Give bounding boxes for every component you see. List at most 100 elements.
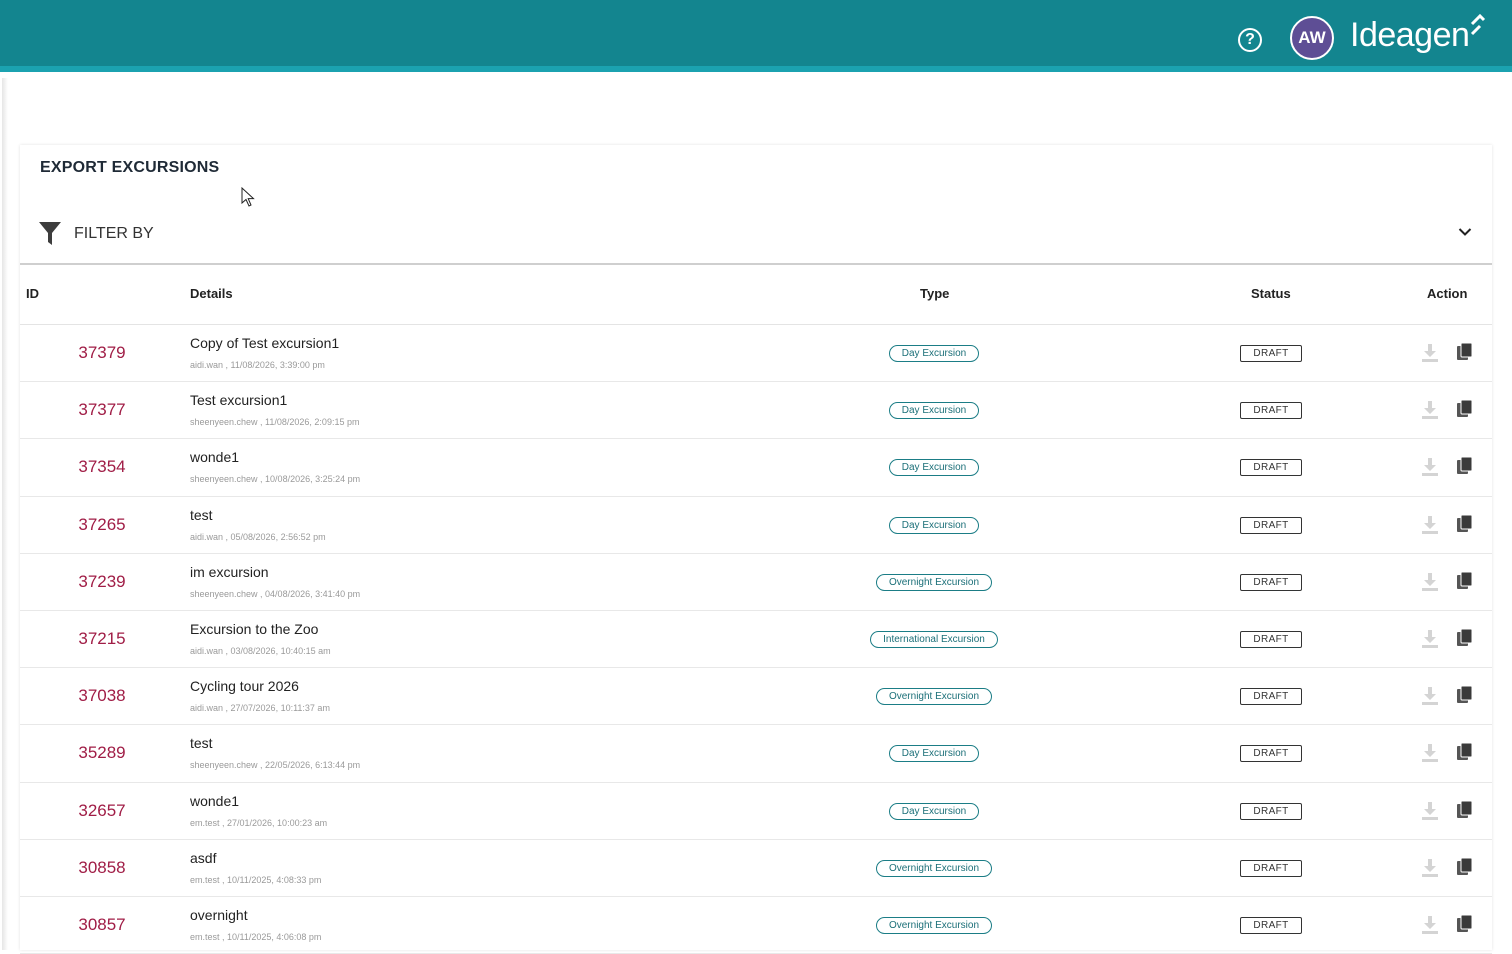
table-row[interactable]: 37354 wonde1 sheenyeen.chew , 10/08/2026… bbox=[20, 439, 1492, 497]
download-icon[interactable] bbox=[1421, 515, 1439, 535]
type-cell: Day Excursion bbox=[834, 516, 1034, 534]
status-badge: DRAFT bbox=[1240, 345, 1302, 362]
copy-icon[interactable] bbox=[1456, 800, 1474, 820]
excursion-title: wonde1 bbox=[190, 792, 240, 809]
status-badge: DRAFT bbox=[1240, 573, 1302, 591]
status-cell: DRAFT bbox=[1221, 459, 1321, 477]
type-cell: Overnight Excursion bbox=[834, 573, 1034, 591]
copy-icon[interactable] bbox=[1456, 399, 1474, 419]
download-icon[interactable] bbox=[1421, 343, 1439, 363]
status-cell: DRAFT bbox=[1221, 916, 1321, 934]
excursion-title: test bbox=[190, 735, 213, 752]
excursion-meta: em.test , 27/01/2026, 10:00:23 am bbox=[190, 817, 328, 828]
status-badge: DRAFT bbox=[1240, 630, 1302, 648]
status-badge: DRAFT bbox=[1240, 745, 1302, 763]
type-cell: Day Excursion bbox=[834, 745, 1034, 763]
type-badge: Day Excursion bbox=[888, 459, 980, 477]
user-avatar[interactable]: AW bbox=[1290, 16, 1334, 60]
type-badge: Day Excursion bbox=[888, 745, 980, 763]
type-cell: Day Excursion bbox=[834, 802, 1034, 820]
type-cell: Day Excursion bbox=[834, 459, 1034, 477]
table-row[interactable]: 35289 test sheenyeen.chew , 22/05/2026, … bbox=[20, 725, 1492, 783]
brand-mark-icon bbox=[1470, 14, 1486, 36]
top-header: ? AW Ideagen bbox=[0, 0, 1512, 72]
status-cell: DRAFT bbox=[1221, 402, 1321, 420]
status-badge: DRAFT bbox=[1240, 802, 1302, 820]
avatar-initials: AW bbox=[1298, 28, 1326, 47]
excursion-meta: sheenyeen.chew , 10/08/2026, 3:25:24 pm bbox=[190, 474, 361, 485]
brand-name: Ideagen bbox=[1350, 16, 1470, 54]
type-cell: Day Excursion bbox=[834, 402, 1034, 420]
excursion-id-link[interactable]: 37215 bbox=[42, 629, 162, 649]
excursion-meta: aidi.wan , 11/08/2026, 3:39:00 pm bbox=[190, 360, 325, 370]
copy-icon[interactable] bbox=[1456, 342, 1474, 362]
download-icon[interactable] bbox=[1421, 801, 1439, 821]
table-row[interactable]: 37379 Copy of Test excursion1 aidi.wan ,… bbox=[20, 325, 1492, 383]
left-edge-shadow bbox=[2, 78, 8, 950]
excursion-id-link[interactable]: 37354 bbox=[42, 457, 162, 477]
copy-icon[interactable] bbox=[1456, 914, 1474, 934]
excursion-id-link[interactable]: 37377 bbox=[42, 400, 162, 420]
copy-icon[interactable] bbox=[1456, 571, 1474, 591]
download-icon[interactable] bbox=[1421, 400, 1439, 420]
excursion-meta: em.test , 10/11/2025, 4:06:08 pm bbox=[190, 931, 322, 942]
download-icon[interactable] bbox=[1421, 572, 1439, 592]
table-row[interactable]: 37038 Cycling tour 2026 aidi.wan , 27/07… bbox=[20, 668, 1492, 726]
table-row[interactable]: 32657 wonde1 em.test , 27/01/2026, 10:00… bbox=[20, 783, 1492, 840]
excursion-meta: sheenyeen.chew , 11/08/2026, 2:09:15 pm bbox=[190, 417, 360, 428]
copy-icon[interactable] bbox=[1456, 456, 1474, 476]
type-badge: Day Excursion bbox=[888, 802, 980, 820]
filter-by-toggle[interactable]: FILTER BY bbox=[20, 207, 1492, 265]
status-cell: DRAFT bbox=[1221, 745, 1321, 763]
download-icon[interactable] bbox=[1421, 686, 1439, 706]
column-header-details[interactable]: Details bbox=[190, 286, 233, 301]
table-row[interactable]: 30858 asdf em.test , 10/11/2025, 4:08:33… bbox=[20, 840, 1492, 897]
filter-label: FILTER BY bbox=[74, 225, 154, 242]
excursion-id-link[interactable]: 37265 bbox=[42, 515, 162, 535]
chevron-down-icon[interactable] bbox=[1458, 227, 1472, 237]
download-icon[interactable] bbox=[1421, 629, 1439, 649]
excursion-id-link[interactable]: 30857 bbox=[42, 915, 162, 935]
excursion-id-link[interactable]: 35289 bbox=[42, 743, 162, 763]
table-row[interactable]: 37377 Test excursion1 sheenyeen.chew , 1… bbox=[20, 382, 1492, 440]
excursion-title: Excursion to the Zoo bbox=[190, 620, 319, 637]
excursion-id-link[interactable]: 30858 bbox=[42, 858, 162, 878]
table-row[interactable]: 37265 test aidi.wan , 05/08/2026, 2:56:5… bbox=[20, 497, 1492, 554]
type-badge: Overnight Excursion bbox=[875, 573, 993, 591]
download-icon[interactable] bbox=[1421, 743, 1439, 763]
copy-icon[interactable] bbox=[1456, 514, 1474, 534]
type-badge: Day Excursion bbox=[888, 516, 980, 534]
status-badge: DRAFT bbox=[1240, 859, 1302, 877]
copy-icon[interactable] bbox=[1456, 628, 1474, 648]
excursion-id-link[interactable]: 37239 bbox=[42, 572, 162, 592]
status-cell: DRAFT bbox=[1221, 802, 1321, 820]
column-header-type[interactable]: Type bbox=[920, 286, 949, 301]
status-cell: DRAFT bbox=[1221, 688, 1321, 706]
table-row[interactable]: 37215 Excursion to the Zoo aidi.wan , 03… bbox=[20, 611, 1492, 669]
excursion-id-link[interactable]: 37379 bbox=[42, 343, 162, 363]
page-title: EXPORT EXCURSIONS bbox=[40, 159, 220, 176]
download-icon[interactable] bbox=[1421, 457, 1439, 477]
copy-icon[interactable] bbox=[1456, 742, 1474, 762]
excursion-meta: sheenyeen.chew , 04/08/2026, 3:41:40 pm bbox=[190, 588, 361, 599]
help-icon[interactable]: ? bbox=[1238, 28, 1262, 52]
status-badge: DRAFT bbox=[1240, 402, 1302, 420]
type-badge: International Excursion bbox=[870, 630, 998, 648]
status-cell: DRAFT bbox=[1221, 345, 1321, 362]
copy-icon[interactable] bbox=[1456, 685, 1474, 705]
copy-icon[interactable] bbox=[1456, 857, 1474, 877]
export-excursions-card: EXPORT EXCURSIONS FILTER BY ID Details T… bbox=[20, 145, 1492, 954]
excursion-title: asdf bbox=[190, 849, 217, 866]
column-header-status[interactable]: Status bbox=[1251, 286, 1291, 301]
table-row[interactable]: 30857 overnight em.test , 10/11/2025, 4:… bbox=[20, 897, 1492, 954]
status-cell: DRAFT bbox=[1221, 516, 1321, 534]
excursion-id-link[interactable]: 37038 bbox=[42, 686, 162, 706]
type-cell: Overnight Excursion bbox=[834, 688, 1034, 706]
download-icon[interactable] bbox=[1421, 858, 1439, 878]
download-icon[interactable] bbox=[1421, 915, 1439, 935]
table-row[interactable]: 37239 im excursion sheenyeen.chew , 04/0… bbox=[20, 554, 1492, 611]
excursion-id-link[interactable]: 32657 bbox=[42, 801, 162, 821]
excursion-title: Copy of Test excursion1 bbox=[190, 335, 340, 351]
type-cell: Day Excursion bbox=[834, 345, 1034, 362]
column-header-id[interactable]: ID bbox=[26, 286, 39, 301]
